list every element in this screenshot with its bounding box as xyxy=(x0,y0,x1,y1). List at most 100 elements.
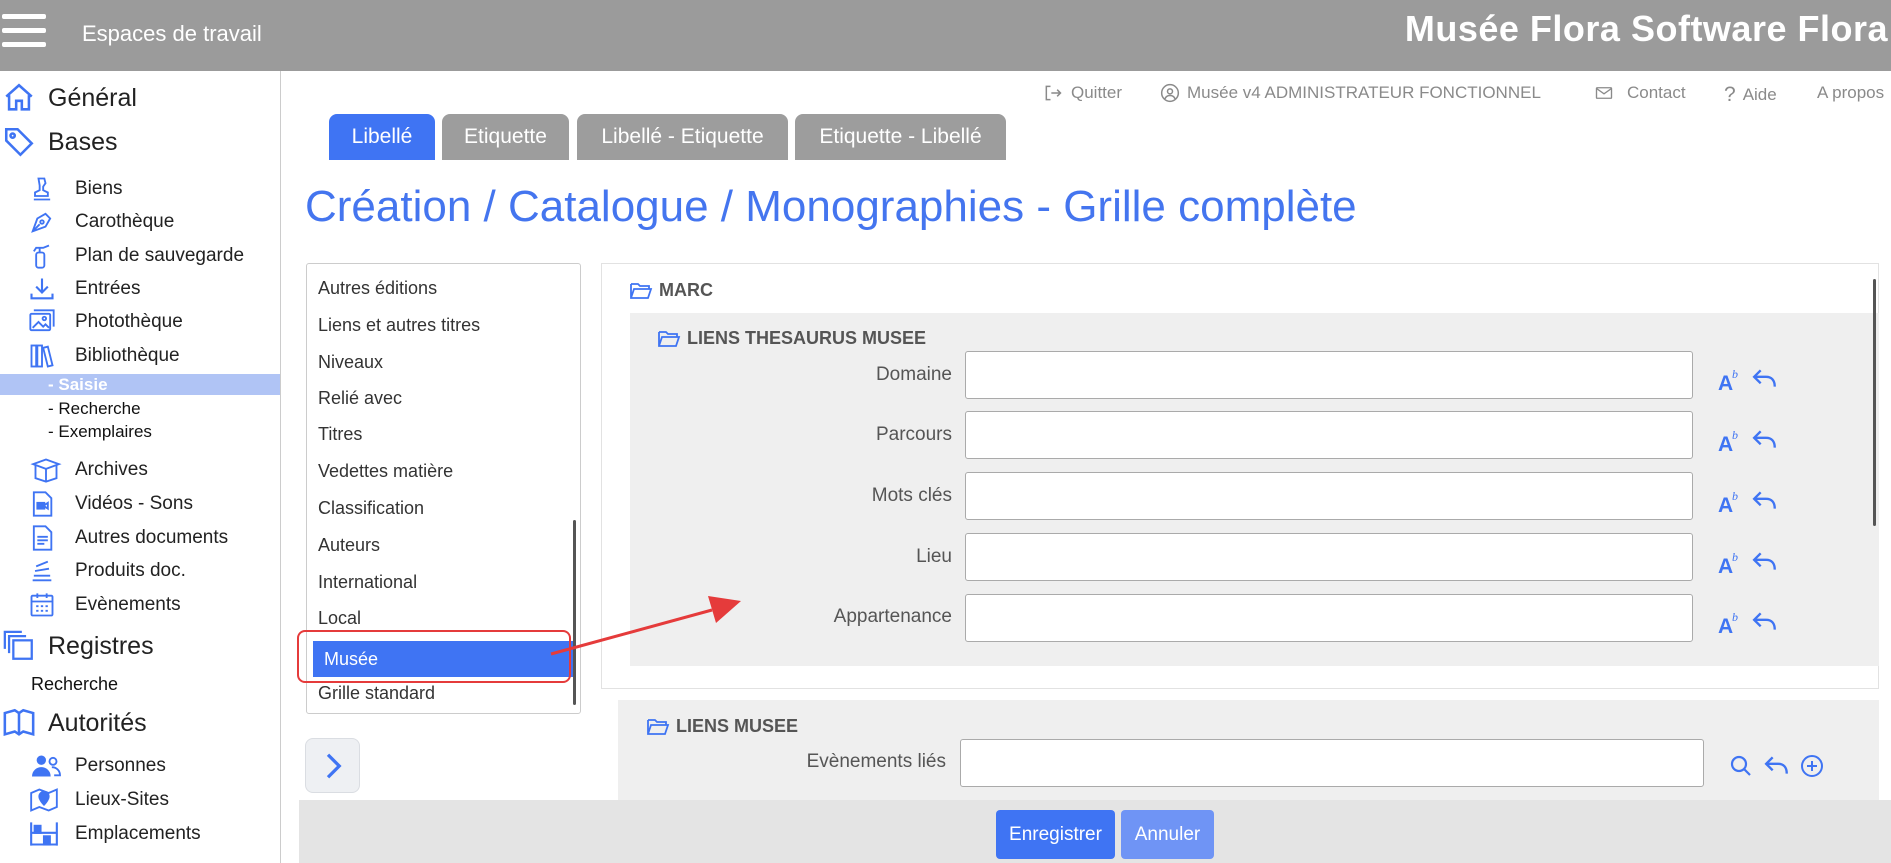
map-marker-icon xyxy=(30,788,58,812)
list-item[interactable]: Relié avec xyxy=(307,380,569,416)
sidebar-item-phototheque[interactable]: Photothèque xyxy=(28,308,183,336)
list-item[interactable]: Classification xyxy=(307,490,569,526)
undo-icon[interactable] xyxy=(1752,610,1778,634)
workspaces-link[interactable]: Espaces de travail xyxy=(82,21,262,47)
list-item[interactable]: Vedettes matière xyxy=(307,453,569,489)
sidebar-item-label: Bibliothèque xyxy=(75,345,180,366)
user-link[interactable]: Musée v4 ADMINISTRATEUR FONCTIONNEL xyxy=(1160,83,1541,103)
sidebar-item-autres-documents[interactable]: Autres documents xyxy=(28,524,228,552)
save-button[interactable]: Enregistrer xyxy=(996,810,1115,859)
sidebar-item-evenements[interactable]: Evènements xyxy=(28,591,181,619)
evenements-lies-field[interactable] xyxy=(960,739,1704,787)
svg-text:A: A xyxy=(1718,433,1733,454)
sidebar-item-label: Lieux-Sites xyxy=(75,789,169,810)
tab-libelle-etiquette[interactable]: Libellé - Etiquette xyxy=(577,114,788,160)
quit-link[interactable]: Quitter xyxy=(1042,83,1122,103)
undo-icon[interactable] xyxy=(1752,550,1778,574)
sidebar: Général Bases Biens Carothèque Plan de s… xyxy=(0,71,281,863)
marc-section-header[interactable]: MARC xyxy=(629,280,713,301)
sidebar-sub-saisie[interactable]: - Saisie xyxy=(48,375,108,395)
sidebar-item-personnes[interactable]: Personnes xyxy=(28,752,166,780)
list-item[interactable]: Titres xyxy=(307,416,569,452)
parcours-label: Parcours xyxy=(875,424,952,445)
sidebar-item-general[interactable]: Général xyxy=(2,81,137,115)
liens-musee-section-header[interactable]: LIENS MUSEE xyxy=(646,716,798,737)
search-icon[interactable] xyxy=(1729,754,1753,778)
shelves-icon xyxy=(30,822,58,846)
sidebar-item-bibliotheque[interactable]: Bibliothèque xyxy=(28,342,180,370)
tab-etiquette-libelle[interactable]: Etiquette - Libellé xyxy=(795,114,1006,160)
quit-label: Quitter xyxy=(1071,83,1123,102)
font-format-icon[interactable]: Ab xyxy=(1717,367,1743,393)
books-icon xyxy=(30,344,54,368)
list-item[interactable]: International xyxy=(307,564,569,600)
sidebar-item-archives[interactable]: Archives xyxy=(28,456,148,484)
sidebar-item-lieux-sites[interactable]: Lieux-Sites xyxy=(28,786,169,814)
list-scrollbar[interactable] xyxy=(573,520,576,705)
section-title: LIENS MUSEE xyxy=(676,716,799,736)
sidebar-item-videos-sons[interactable]: Vidéos - Sons xyxy=(28,490,193,518)
svg-text:A: A xyxy=(1718,494,1733,515)
sidebar-item-plan-sauvegarde[interactable]: Plan de sauvegarde xyxy=(28,242,244,270)
font-format-icon[interactable]: Ab xyxy=(1717,489,1743,515)
folder-open-icon xyxy=(630,282,653,299)
parcours-field[interactable] xyxy=(965,411,1693,459)
question-icon: ? xyxy=(1724,83,1736,106)
annotation-highlight-box xyxy=(297,630,571,683)
undo-icon[interactable] xyxy=(1752,489,1778,513)
sidebar-item-entrees[interactable]: Entrées xyxy=(28,275,140,303)
next-button[interactable] xyxy=(305,738,360,793)
help-label: Aide xyxy=(1742,85,1777,104)
sidebar-item-recherche[interactable]: Recherche xyxy=(31,674,118,695)
bust-icon xyxy=(33,177,51,201)
sidebar-item-label: Bases xyxy=(48,127,118,156)
sidebar-item-label: Autorités xyxy=(48,708,147,737)
file-video-icon xyxy=(32,491,53,517)
lieu-label: Lieu xyxy=(916,546,952,567)
domaine-field[interactable] xyxy=(965,351,1693,399)
user-circle-icon xyxy=(1160,83,1180,103)
lieu-field[interactable] xyxy=(965,533,1693,581)
contact-link[interactable]: Contact xyxy=(1594,83,1686,103)
menu-icon[interactable] xyxy=(0,12,48,52)
svg-text:b: b xyxy=(1732,489,1738,503)
about-link[interactable]: A propos xyxy=(1817,83,1884,103)
font-format-icon[interactable]: Ab xyxy=(1717,550,1743,576)
help-link[interactable]: ? Aide xyxy=(1724,83,1777,107)
appartenance-label: Appartenance xyxy=(833,606,952,627)
sidebar-item-carotheque[interactable]: Carothèque xyxy=(28,208,174,236)
calendar-icon xyxy=(30,593,54,617)
font-format-icon[interactable]: Ab xyxy=(1717,610,1743,636)
top-bar: Espaces de travail Musée Flora Software … xyxy=(0,0,1891,71)
appartenance-field[interactable] xyxy=(965,594,1693,642)
list-item[interactable]: Auteurs xyxy=(307,527,569,563)
list-item[interactable]: Autres éditions xyxy=(307,270,569,306)
font-format-icon[interactable]: Ab xyxy=(1717,428,1743,454)
form-scrollbar[interactable] xyxy=(1873,279,1876,526)
sidebar-item-produits-doc[interactable]: Produits doc. xyxy=(28,557,186,585)
add-circle-icon[interactable] xyxy=(1800,754,1824,778)
sidebar-item-label: Photothèque xyxy=(75,311,183,332)
sidebar-item-label: Emplacements xyxy=(75,823,201,844)
sidebar-item-bases[interactable]: Bases xyxy=(2,125,117,159)
cancel-button[interactable]: Annuler xyxy=(1121,810,1214,859)
undo-icon[interactable] xyxy=(1752,428,1778,452)
mots-cles-field[interactable] xyxy=(965,472,1693,520)
list-item[interactable]: Niveaux xyxy=(307,344,569,380)
sidebar-item-biens[interactable]: Biens xyxy=(28,175,123,203)
tab-etiquette[interactable]: Etiquette xyxy=(442,114,569,160)
undo-icon[interactable] xyxy=(1764,754,1790,778)
sidebar-sub-recherche[interactable]: - Recherche xyxy=(48,399,141,419)
sidebar-sub-exemplaires[interactable]: - Exemplaires xyxy=(48,422,152,442)
sidebar-item-autorites[interactable]: Autorités xyxy=(2,706,147,740)
thesaurus-section-header[interactable]: LIENS THESAURUS MUSEE xyxy=(657,328,926,349)
sidebar-item-emplacements[interactable]: Emplacements xyxy=(28,820,201,848)
tab-libelle[interactable]: Libellé xyxy=(329,114,435,160)
undo-icon[interactable] xyxy=(1752,367,1778,391)
sidebar-item-registres[interactable]: Registres xyxy=(2,629,154,663)
svg-text:A: A xyxy=(1718,372,1733,393)
brand-title: Musée Flora Software Flora xyxy=(1404,8,1888,49)
copy-icon xyxy=(3,630,33,660)
chevron-right-icon xyxy=(326,753,342,778)
list-item[interactable]: Liens et autres titres xyxy=(307,307,569,343)
